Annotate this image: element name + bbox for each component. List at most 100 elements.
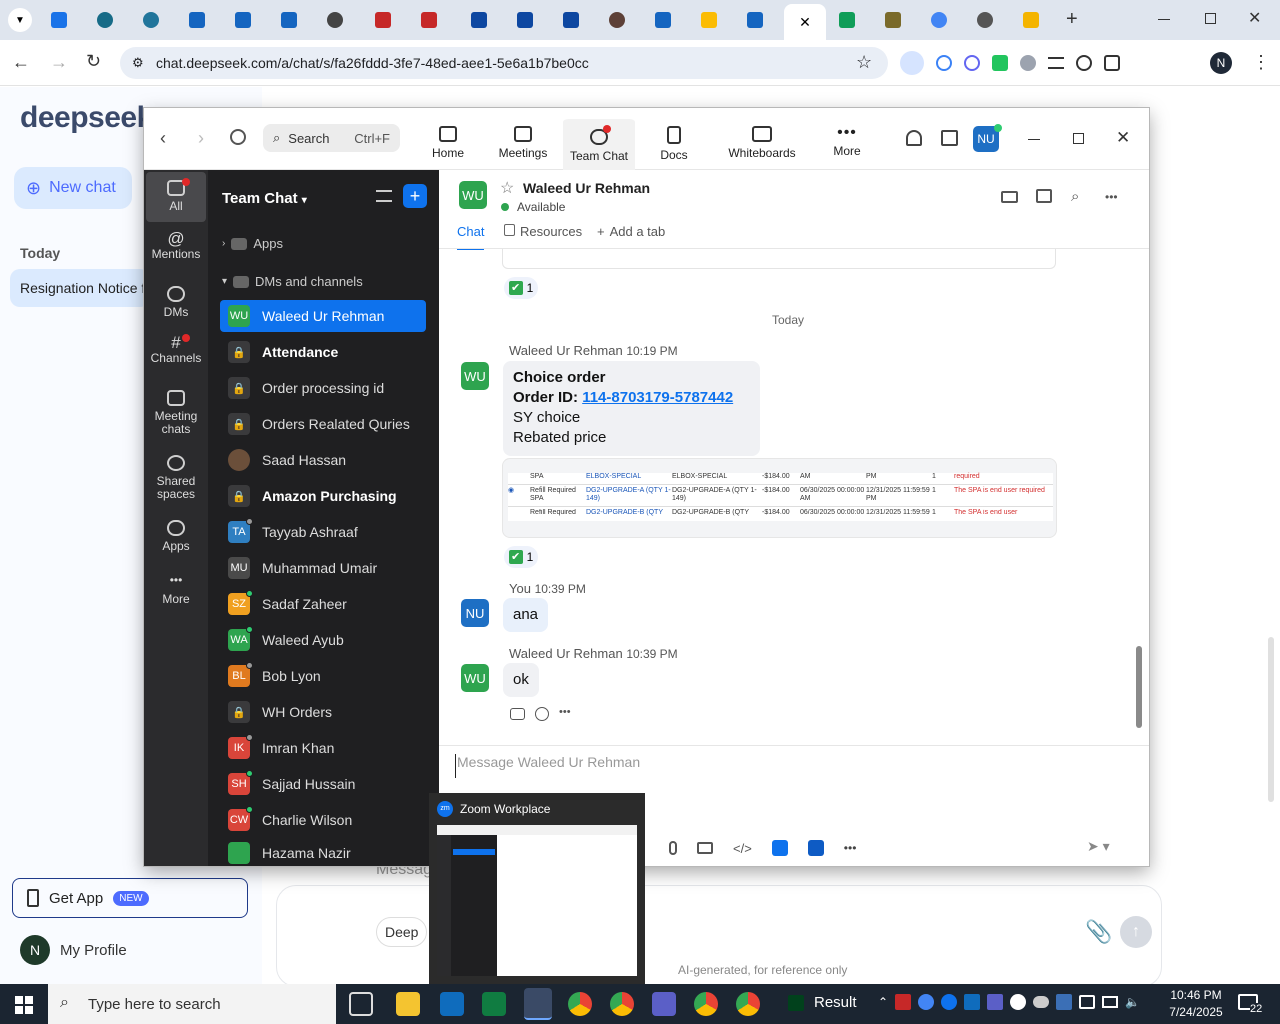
share-screen-icon[interactable] bbox=[1036, 189, 1052, 203]
rail-mentions[interactable]: @ Mentions bbox=[146, 230, 206, 261]
taskbar-search[interactable]: ⌕ Type here to search bbox=[48, 984, 336, 1024]
header-name[interactable]: Waleed Ur Rehman bbox=[523, 180, 650, 196]
contact-row[interactable]: Saad Hassan bbox=[220, 444, 426, 476]
tab-add[interactable]: + Add a tab bbox=[597, 224, 665, 239]
chrome-icon-2[interactable] bbox=[610, 992, 634, 1016]
tab-6[interactable] bbox=[266, 6, 312, 34]
tab-chat[interactable]: Chat bbox=[457, 224, 485, 250]
tray-vpn-icon[interactable] bbox=[1056, 994, 1073, 1010]
start-windows-icon[interactable] bbox=[15, 996, 33, 1014]
contact-row[interactable]: CW Charlie Wilson bbox=[220, 804, 426, 836]
profile-avatar[interactable]: N bbox=[1210, 52, 1232, 74]
close-tab-icon[interactable]: ✕ bbox=[799, 14, 811, 31]
task-view-icon[interactable] bbox=[349, 992, 373, 1016]
extension-zoom-icon[interactable] bbox=[964, 55, 980, 71]
outlook-icon[interactable] bbox=[440, 992, 464, 1016]
msg-avatar[interactable]: WU bbox=[461, 664, 489, 692]
restore-window-icon[interactable] bbox=[1205, 13, 1216, 24]
message-more-icon[interactable]: ••• bbox=[559, 706, 571, 718]
app-icon-2[interactable] bbox=[807, 840, 824, 856]
tab-2[interactable] bbox=[82, 6, 128, 34]
contact-row[interactable]: TA Tayyab Ashraaf bbox=[220, 516, 426, 548]
deepthink-toggle[interactable]: Deep bbox=[376, 917, 428, 947]
tab-11[interactable] bbox=[502, 6, 548, 34]
chrome-icon-4[interactable] bbox=[736, 992, 760, 1016]
history-item[interactable]: Resignation Notice f bbox=[10, 269, 150, 307]
chat-scrollbar[interactable] bbox=[1136, 646, 1142, 728]
reply-icon[interactable] bbox=[510, 708, 525, 720]
msg3-bubble[interactable]: ok bbox=[503, 663, 539, 697]
group-dms[interactable]: ▾ DMs and channels bbox=[222, 274, 363, 289]
tab-12[interactable] bbox=[548, 6, 594, 34]
rail-more[interactable]: ••• More bbox=[146, 574, 206, 606]
reaction-chip[interactable]: ✔ 1 bbox=[504, 277, 538, 299]
rail-all[interactable]: All bbox=[146, 180, 206, 213]
tab-16[interactable] bbox=[732, 6, 778, 34]
tray-outlook-icon[interactable] bbox=[964, 994, 981, 1010]
my-avatar[interactable]: NU bbox=[461, 599, 489, 627]
filter-icon[interactable] bbox=[376, 190, 392, 202]
composer-more-icon[interactable]: ••• bbox=[844, 841, 857, 855]
tray-zoom-icon[interactable] bbox=[941, 994, 958, 1010]
msg2-bubble[interactable]: ana bbox=[503, 598, 549, 632]
contact-row[interactable]: WA Waleed Ayub bbox=[220, 624, 426, 656]
attach-icon[interactable]: 📎 bbox=[1085, 919, 1112, 945]
tab-1[interactable] bbox=[36, 6, 82, 34]
zoom-maximize-icon[interactable] bbox=[1073, 133, 1084, 144]
send-button[interactable]: ↑ bbox=[1120, 916, 1152, 948]
zoom-back-icon[interactable]: ‹ bbox=[160, 128, 166, 149]
nav-team-chat[interactable]: Team Chat bbox=[563, 116, 635, 170]
file-explorer-icon[interactable] bbox=[396, 992, 420, 1016]
order-id-link[interactable]: 114-8703179-5787442 bbox=[582, 389, 733, 406]
teams-icon[interactable] bbox=[652, 992, 676, 1016]
tray-app-icon[interactable] bbox=[1010, 994, 1027, 1010]
extension-list-icon[interactable] bbox=[1048, 57, 1064, 69]
send-icon[interactable]: ➤ ▾ bbox=[1087, 838, 1110, 855]
nav-more[interactable]: ••• More bbox=[811, 116, 883, 170]
contact-row[interactable]: Hazama Nazir bbox=[220, 840, 426, 866]
tray-chevron-icon[interactable]: ⌃ bbox=[878, 995, 888, 1009]
tab-20[interactable] bbox=[962, 6, 1008, 34]
contact-row[interactable]: IK Imran Khan bbox=[220, 732, 426, 764]
zoom-thumbnail-preview[interactable]: zm Zoom Workplace bbox=[429, 793, 645, 984]
mic-icon[interactable] bbox=[669, 841, 677, 855]
contact-row[interactable]: 🔒 Attendance bbox=[220, 336, 426, 368]
tab-resources[interactable]: Resources bbox=[504, 224, 582, 239]
extension-search-icon[interactable] bbox=[900, 51, 924, 75]
contact-row[interactable]: SZ Sadaf Zaheer bbox=[220, 588, 426, 620]
app-icon-1[interactable] bbox=[771, 840, 788, 856]
tab-search-button[interactable]: ▼ bbox=[8, 8, 32, 32]
contact-row[interactable]: BL Bob Lyon bbox=[220, 660, 426, 692]
contact-row[interactable]: MU Muhammad Umair bbox=[220, 552, 426, 584]
tab-10[interactable] bbox=[456, 6, 502, 34]
contact-row[interactable]: WU Waleed Ur Rehman bbox=[220, 300, 426, 332]
chat-more-icon[interactable]: ••• bbox=[1105, 190, 1118, 204]
extension-green-icon[interactable] bbox=[992, 55, 1008, 71]
nav-docs[interactable]: Docs bbox=[638, 116, 710, 170]
header-avatar[interactable]: WU bbox=[459, 181, 487, 209]
tab-13[interactable] bbox=[594, 6, 640, 34]
forward-icon[interactable]: → bbox=[50, 52, 68, 73]
chat-search-icon[interactable]: ⌕ bbox=[1071, 188, 1079, 205]
tab-5[interactable] bbox=[220, 6, 266, 34]
tray-pdf-icon[interactable] bbox=[895, 994, 912, 1010]
contact-row[interactable]: 🔒 WH Orders bbox=[220, 696, 426, 728]
video-call-icon[interactable] bbox=[1001, 191, 1018, 203]
zoom-history-icon[interactable] bbox=[230, 129, 246, 145]
rail-meeting-chats[interactable]: Meeting chats bbox=[146, 390, 206, 436]
zoom-close-icon[interactable]: ✕ bbox=[1116, 128, 1130, 148]
tab-18[interactable] bbox=[870, 6, 916, 34]
extensions-puzzle-icon[interactable] bbox=[1104, 55, 1120, 71]
back-icon[interactable]: ← bbox=[12, 52, 30, 73]
msg-avatar[interactable]: WU bbox=[461, 362, 489, 390]
tab-9[interactable] bbox=[406, 6, 452, 34]
page-scrollbar[interactable] bbox=[1268, 637, 1274, 802]
group-apps[interactable]: › Apps bbox=[222, 236, 283, 251]
result-widget[interactable]: Result bbox=[788, 994, 857, 1011]
extension-ring-icon[interactable] bbox=[1076, 55, 1092, 71]
tab-17[interactable] bbox=[824, 6, 870, 34]
calendar-icon[interactable] bbox=[941, 130, 958, 146]
code-icon[interactable]: </> bbox=[733, 841, 752, 856]
compose-button[interactable]: + bbox=[403, 184, 427, 208]
nav-home[interactable]: Home bbox=[412, 116, 484, 170]
